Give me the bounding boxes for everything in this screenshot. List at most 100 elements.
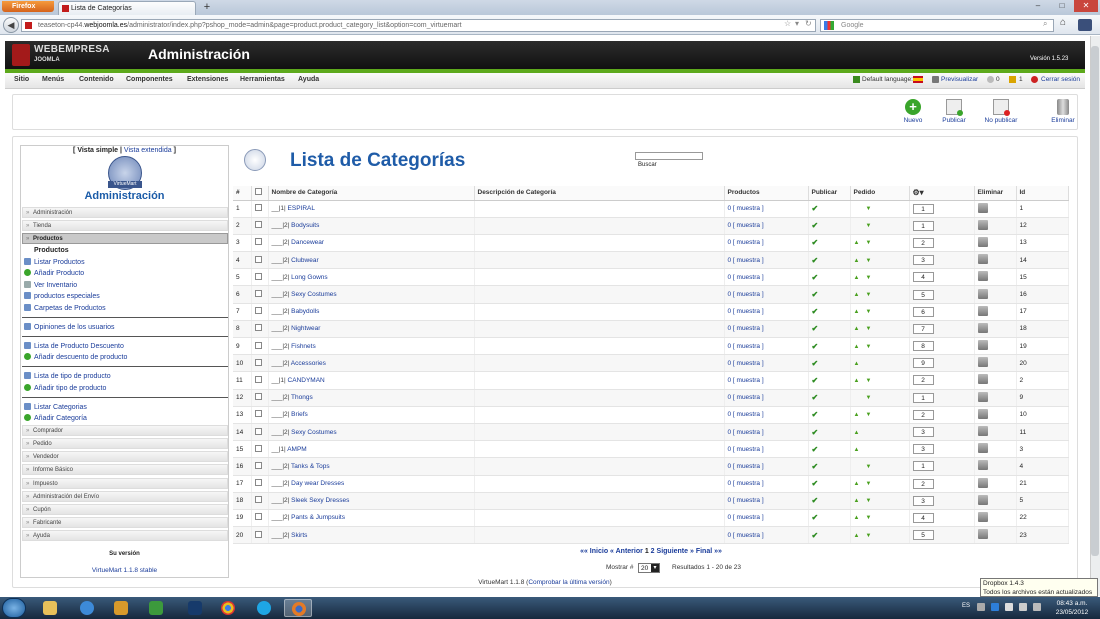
browser-tab[interactable]: Lista de Categorías (58, 1, 196, 15)
delete-icon[interactable] (977, 288, 988, 299)
delete-icon[interactable] (977, 391, 988, 402)
row-checkbox[interactable] (254, 358, 262, 366)
category-link[interactable]: AMPM (287, 446, 307, 453)
delete-icon[interactable] (977, 529, 988, 540)
order-input[interactable]: 1 (912, 203, 934, 214)
sidebar-section-tienda[interactable]: Tienda (22, 220, 228, 231)
order-input[interactable]: 2 (912, 478, 934, 489)
save-order-icon[interactable]: ⚙▾ (913, 188, 924, 197)
sidebar-link-product-folders[interactable]: Carpetas de Productos (24, 304, 106, 312)
category-link[interactable]: Tanks & Tops (291, 463, 330, 470)
row-checkbox[interactable] (254, 255, 262, 263)
chrome-taskbar-icon[interactable] (214, 599, 242, 617)
row-select-cell[interactable] (251, 200, 269, 218)
published-check-icon[interactable]: ✔ (812, 428, 819, 437)
pager-last[interactable]: Final »» (696, 548, 722, 555)
show-products-link[interactable]: 0 [ muestra ] (728, 360, 764, 367)
select-all-checkbox[interactable] (254, 188, 262, 196)
category-link[interactable]: Day wear Dresses (291, 480, 344, 487)
firefox-menu-button[interactable]: Firefox (2, 1, 54, 12)
row-checkbox[interactable] (254, 307, 262, 315)
category-link[interactable]: Thongs (291, 394, 313, 401)
category-link[interactable]: Dancewear (291, 239, 324, 246)
sidebar-section-pedido[interactable]: Pedido (22, 438, 228, 449)
sidebar-section-impuesto[interactable]: Impuesto (22, 478, 228, 489)
order-input[interactable]: 3 (912, 495, 934, 506)
category-link[interactable]: Fishnets (291, 343, 316, 350)
move-down-icon[interactable]: ▼ (865, 223, 871, 229)
row-select-cell[interactable] (251, 526, 269, 545)
delete-button[interactable]: Eliminar (1043, 99, 1083, 124)
logout-link[interactable]: Cerrar sesión (1041, 76, 1080, 83)
order-input[interactable]: 5 (912, 530, 934, 541)
show-products-link[interactable]: 0 [ muestra ] (728, 446, 764, 453)
row-select-cell[interactable] (251, 285, 269, 304)
move-down-icon[interactable]: ▼ (865, 464, 871, 470)
sidebar-link-inventory[interactable]: Ver Inventario (24, 281, 77, 289)
row-checkbox[interactable] (254, 272, 262, 280)
simple-view-link[interactable]: [ Vista simple | (73, 147, 122, 154)
row-checkbox[interactable] (254, 513, 262, 521)
order-input[interactable]: 9 (912, 358, 934, 369)
order-input[interactable]: 1 (912, 461, 934, 472)
skype-taskbar-icon[interactable] (250, 599, 278, 617)
row-checkbox[interactable] (254, 238, 262, 246)
category-link[interactable]: Pants & Jumpsuits (291, 514, 345, 521)
sidebar-link-list-products[interactable]: Listar Productos (24, 258, 85, 266)
tray-show-hidden-icon[interactable] (977, 603, 985, 611)
show-products-link[interactable]: 0 [ muestra ] (728, 325, 764, 332)
home-icon[interactable]: ⌂ (1060, 17, 1066, 28)
published-check-icon[interactable]: ✔ (812, 359, 819, 368)
move-down-icon[interactable]: ▼ (865, 378, 871, 384)
pager-page-2[interactable]: 2 (651, 548, 655, 555)
order-input[interactable]: 8 (912, 341, 934, 352)
pager-page-1[interactable]: 1 (645, 548, 649, 555)
history-dropdown-icon[interactable]: ▾ (795, 19, 799, 28)
virtuemart-version-link[interactable]: VirtueMart 1.1.8 stable (20, 567, 229, 574)
row-select-cell[interactable] (251, 268, 269, 287)
published-check-icon[interactable]: ✔ (812, 324, 819, 333)
sidebar-section-comprador[interactable]: Comprador (22, 425, 228, 436)
category-link[interactable]: Accessories (291, 360, 326, 367)
move-down-icon[interactable]: ▼ (865, 344, 871, 350)
minimize-icon[interactable]: – (1026, 0, 1050, 12)
row-checkbox[interactable] (254, 290, 262, 298)
order-input[interactable]: 2 (912, 237, 934, 248)
move-down-icon[interactable]: ▼ (865, 240, 871, 246)
delete-icon[interactable] (977, 305, 988, 316)
published-check-icon[interactable]: ✔ (812, 513, 819, 522)
delete-icon[interactable] (977, 374, 988, 385)
row-select-cell[interactable] (251, 303, 269, 321)
published-check-icon[interactable]: ✔ (812, 376, 819, 385)
sidebar-section-ayuda[interactable]: Ayuda (22, 530, 228, 541)
show-products-link[interactable]: 0 [ muestra ] (728, 480, 764, 487)
move-up-icon[interactable]: ▲ (854, 378, 860, 384)
published-check-icon[interactable]: ✔ (812, 273, 819, 282)
web-search-box[interactable]: Google (820, 19, 1054, 32)
dropbox-tray-icon[interactable] (991, 603, 999, 611)
published-check-icon[interactable]: ✔ (812, 393, 819, 402)
sidebar-link-reviews[interactable]: Opiniones de los usuarios (24, 323, 115, 331)
row-select-cell[interactable] (251, 406, 269, 424)
menu-herramientas[interactable]: Herramientas (240, 76, 285, 83)
unpublish-button[interactable]: No publicar (981, 99, 1021, 124)
delete-icon[interactable] (977, 357, 988, 368)
order-input[interactable]: 5 (912, 289, 934, 300)
back-button-icon[interactable]: ◀ (3, 17, 19, 33)
row-select-cell[interactable] (251, 509, 269, 528)
delete-icon[interactable] (977, 443, 988, 454)
reload-icon[interactable]: ↻ (805, 19, 812, 28)
delete-icon[interactable] (977, 511, 988, 522)
show-products-link[interactable]: 0 [ muestra ] (728, 343, 764, 350)
category-link[interactable]: ESPIRAL (288, 205, 315, 212)
sidebar-section-productos[interactable]: Productos (22, 233, 228, 244)
delete-icon[interactable] (977, 477, 988, 488)
delete-icon[interactable] (977, 322, 988, 333)
system-clock[interactable]: 08:43 a.m. 23/05/2012 (1050, 599, 1094, 617)
col-save-order[interactable]: ⚙▾ (909, 186, 975, 201)
bookmark-star-icon[interactable]: ☆ (784, 19, 791, 28)
move-down-icon[interactable]: ▼ (865, 533, 871, 539)
users-count[interactable]: 1 (1019, 76, 1023, 83)
order-input[interactable]: 2 (912, 409, 934, 420)
category-link[interactable]: Briefs (291, 411, 308, 418)
